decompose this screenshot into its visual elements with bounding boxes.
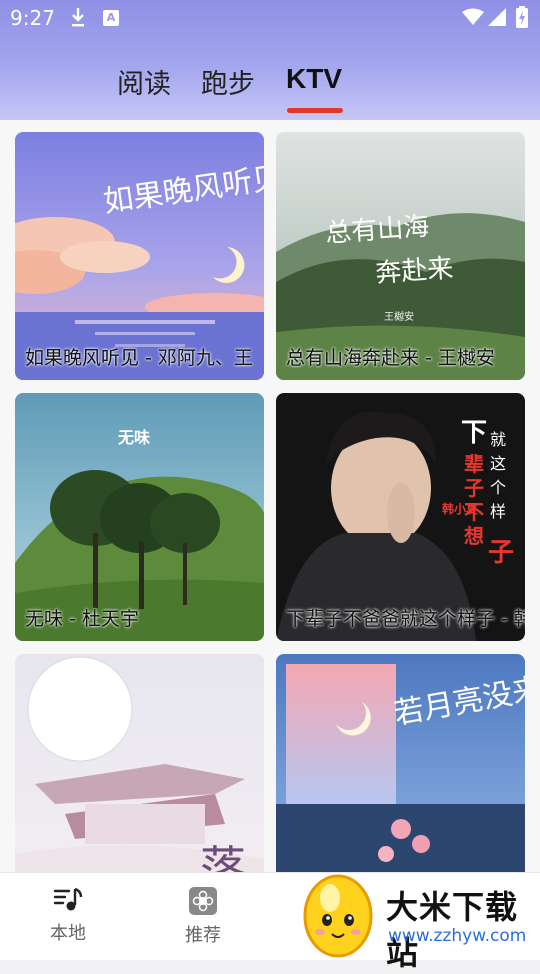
active-tab-indicator (287, 108, 343, 113)
cover-title: 落 (200, 841, 246, 872)
song-caption: 无味 - 杜天宇 (25, 608, 139, 630)
song-card[interactable]: 总有山海 奔赴来 王樾安 总有山海奔赴来 - 王樾安 (276, 132, 525, 380)
svg-text:子: 子 (464, 476, 484, 500)
album-cover: 落 (15, 654, 264, 872)
song-caption: 下辈子不爸爸就这个样子 - 韩小 (286, 608, 525, 630)
song-card[interactable]: 落 (15, 654, 264, 872)
svg-text:就: 就 (490, 430, 506, 449)
song-card[interactable]: 如果晚风听见 如果晚风听见 - 邓阿九、王 (15, 132, 264, 380)
song-caption: 总有山海奔赴来 - 王樾安 (286, 347, 495, 369)
nav-local-label: 本地 (50, 923, 86, 944)
svg-text:想: 想 (464, 524, 484, 548)
tab-reading[interactable]: 阅读 (117, 62, 171, 101)
svg-text:子: 子 (488, 538, 514, 568)
accessibility-icon: A (103, 10, 119, 26)
svg-text:样: 样 (490, 502, 506, 521)
wifi-icon (462, 8, 484, 25)
header: 9:27 A 阅读 跑步 KTV (0, 0, 540, 120)
svg-text:下: 下 (461, 418, 487, 448)
nav-recommend[interactable]: 推荐 (163, 885, 243, 947)
svg-text:韩小夏: 韩小夏 (442, 501, 479, 516)
battery-icon (516, 6, 528, 28)
song-card[interactable]: 若月亮没来 (276, 654, 525, 872)
status-bar: 9:27 A (0, 0, 540, 36)
site-watermark: 大米下载站 www.zzhyw.com (290, 862, 540, 972)
music-note-icon (53, 887, 83, 911)
watermark-url: www.zzhyw.com (388, 926, 527, 946)
song-grid: 如果晚风听见 如果晚风听见 - 邓阿九、王 总有山海 奔赴来 王樾安 总有山海奔… (0, 120, 540, 872)
cover-artist: 王樾安 (384, 310, 414, 323)
download-icon (72, 8, 84, 27)
svg-text:辈: 辈 (464, 452, 484, 476)
svg-text:这: 这 (490, 454, 506, 473)
svg-text:个: 个 (490, 478, 506, 497)
nav-local[interactable]: 本地 (28, 885, 108, 945)
signal-icon (488, 8, 506, 26)
nav-recommend-label: 推荐 (185, 925, 221, 946)
song-card[interactable]: 无味 无味 - 杜天宇 (15, 393, 264, 641)
status-time: 9:27 (10, 6, 55, 30)
album-cover: 若月亮没来 (276, 654, 525, 872)
song-card[interactable]: 下 辈 子 不 想 就 这 个 样 子 韩小夏 下辈子不爸爸就这个样子 - 韩小 (276, 393, 525, 641)
song-caption: 如果晚风听见 - 邓阿九、王 (25, 347, 253, 369)
mascot-logo (303, 874, 373, 958)
tab-running[interactable]: 跑步 (201, 62, 255, 101)
tab-ktv[interactable]: KTV (286, 63, 342, 95)
cover-title: 无味 (117, 428, 150, 447)
tab-bar: 阅读 跑步 KTV (0, 60, 540, 120)
flower-icon (189, 887, 217, 915)
svg-text:奔赴来: 奔赴来 (374, 254, 454, 289)
